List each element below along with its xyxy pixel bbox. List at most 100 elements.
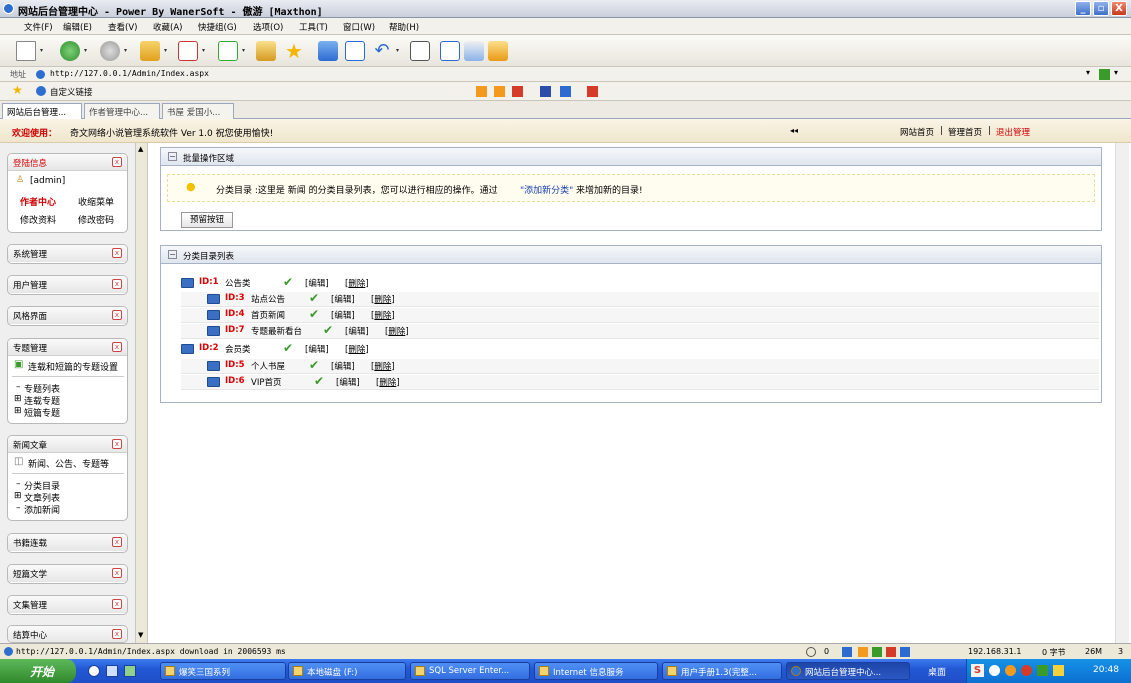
topic-settings-link[interactable]: 连载和短篇的专题设置 <box>28 360 118 373</box>
tray-network-icon[interactable] <box>1037 665 1048 676</box>
change-password-link[interactable]: 修改密码 <box>78 213 114 226</box>
status-red-icon[interactable] <box>886 647 896 657</box>
task-iis[interactable]: Internet 信息服务 <box>534 662 658 680</box>
close-button[interactable]: X <box>1111 1 1127 16</box>
scroll-down-icon[interactable]: ▼ <box>138 631 143 639</box>
sidebar-item-style[interactable]: 风格界面 x <box>7 306 128 326</box>
go-icon[interactable] <box>1099 69 1110 80</box>
favorites-star-icon[interactable]: ★ <box>284 41 304 61</box>
edit-link[interactable]: [编辑] <box>331 309 355 321</box>
sidebar-item-system[interactable]: 系统管理 x <box>7 244 128 264</box>
tray-qq-icon[interactable] <box>989 665 1000 676</box>
status-feed-icon[interactable] <box>858 647 868 657</box>
site-home-link[interactable]: 网站首页 <box>900 126 934 138</box>
new-page-icon[interactable] <box>16 41 36 61</box>
collapse-minus-icon[interactable]: − <box>168 152 177 161</box>
go-dropdown-icon[interactable]: ▾ <box>1114 68 1118 77</box>
delete-link[interactable]: [删除] <box>371 309 395 321</box>
edit-profile-link[interactable]: 修改资料 <box>20 213 56 226</box>
sidebar-item-users[interactable]: 用户管理 x <box>7 275 128 295</box>
home-icon[interactable] <box>256 41 276 61</box>
expand-icon[interactable]: x <box>112 568 122 578</box>
back-icon[interactable] <box>60 41 80 61</box>
task-sql[interactable]: SQL Server Enter... <box>410 662 530 680</box>
search-icon[interactable] <box>318 41 338 61</box>
expand-icon[interactable]: x <box>112 537 122 547</box>
menu-file[interactable]: 文件(F) <box>24 21 53 33</box>
expand-plus-icon[interactable]: ⊞ <box>14 394 22 404</box>
task-manual[interactable]: 用户手册1.3(完整... <box>662 662 782 680</box>
popup-block-icon[interactable] <box>806 647 816 657</box>
sidebar-item-short[interactable]: 短篇文学 x <box>7 564 128 584</box>
expand-icon[interactable]: x <box>112 279 122 289</box>
edit-link[interactable]: [编辑] <box>331 293 355 305</box>
screenshot-icon[interactable] <box>345 41 365 61</box>
rss-icon[interactable] <box>494 86 505 97</box>
quicklaunch-ie-icon[interactable] <box>88 665 100 677</box>
edit-link[interactable]: [编辑] <box>336 376 360 388</box>
tray-volume-icon[interactable] <box>1053 665 1064 676</box>
plugin-icon[interactable] <box>488 41 508 61</box>
up-icon[interactable] <box>140 41 160 61</box>
window-list-icon[interactable] <box>560 86 571 97</box>
sidebar-item-billing[interactable]: 结算中心 x <box>7 625 128 643</box>
tab-bookstore[interactable]: 书屋 爱国小... <box>162 103 234 119</box>
expand-plus-icon[interactable]: ⊞ <box>14 406 22 416</box>
delete-link[interactable]: [删除] <box>385 325 409 337</box>
edit-link[interactable]: [编辑] <box>345 325 369 337</box>
custom-links[interactable]: 自定义链接 <box>50 86 93 98</box>
menu-view[interactable]: 查看(V) <box>108 21 137 33</box>
tray-s-icon[interactable]: S <box>971 664 984 677</box>
delete-link[interactable]: [删除] <box>345 343 369 355</box>
scroll-up-icon[interactable]: ▲ <box>138 145 143 153</box>
status-green-icon[interactable] <box>872 647 882 657</box>
start-button[interactable]: 开始 <box>0 659 76 683</box>
collapse-minus-icon[interactable]: − <box>168 250 177 259</box>
delete-link[interactable]: [删除] <box>371 360 395 372</box>
expand-icon[interactable]: x <box>112 310 122 320</box>
minimize-button[interactable]: _ <box>1075 1 1091 16</box>
menu-groups[interactable]: 快捷组(G) <box>198 21 237 33</box>
shrink-menu-link[interactable]: 收缩菜单 <box>78 195 114 208</box>
author-center-link[interactable]: 作者中心 <box>20 195 56 208</box>
collapse-icon[interactable]: x <box>112 439 122 449</box>
edit-link[interactable]: [编辑] <box>331 360 355 372</box>
short-topic-link[interactable]: 短篇专题 <box>24 406 60 419</box>
sidebar-scrollbar[interactable]: ▲ ▼ <box>135 143 147 643</box>
tray-alert-icon[interactable] <box>1021 665 1032 676</box>
add-news-link[interactable]: 添加新闻 <box>24 503 60 516</box>
window-icon[interactable] <box>440 41 460 61</box>
sidebar-item-books[interactable]: 书籍连载 x <box>7 533 128 553</box>
menu-edit[interactable]: 编辑(E) <box>63 21 92 33</box>
tab-author[interactable]: 作者管理中心... <box>84 103 160 119</box>
logout-link[interactable]: 退出管理 <box>996 126 1030 138</box>
edit-link[interactable]: [编辑] <box>305 277 329 289</box>
maximize-button[interactable]: ▫ <box>1093 1 1109 16</box>
menu-window[interactable]: 窗口(W) <box>343 21 375 33</box>
columns-icon[interactable] <box>410 41 430 61</box>
status-tool-icon[interactable] <box>842 647 852 657</box>
task-folder[interactable]: 爆笑三国系列 <box>160 662 286 680</box>
delete-link[interactable]: [删除] <box>371 293 395 305</box>
delete-link[interactable]: [删除] <box>345 277 369 289</box>
tray-app-icon[interactable] <box>1005 665 1016 676</box>
content-scrollbar[interactable] <box>1115 143 1129 643</box>
refresh-icon[interactable] <box>218 41 238 61</box>
quicklaunch-app-icon[interactable] <box>124 665 136 677</box>
address-dropdown-icon[interactable]: ▾ <box>1086 68 1090 77</box>
menu-options[interactable]: 选项(O) <box>253 21 283 33</box>
delete-link[interactable]: [删除] <box>376 376 400 388</box>
desktop-toolbar[interactable]: 桌面 <box>928 665 946 678</box>
status-window-icon[interactable] <box>900 647 910 657</box>
expand-plus-icon[interactable]: ⊞ <box>14 491 22 501</box>
collapse-toggle[interactable]: ◂◂ <box>790 126 798 135</box>
menu-tools[interactable]: 工具(T) <box>299 21 328 33</box>
expand-icon[interactable]: x <box>112 599 122 609</box>
save-icon[interactable] <box>540 86 551 97</box>
address-input[interactable]: http://127.0.0.1/Admin/Index.aspx <box>50 69 209 78</box>
admin-home-link[interactable]: 管理首页 <box>948 126 982 138</box>
forward-icon[interactable] <box>100 41 120 61</box>
expand-icon[interactable]: x <box>112 248 122 258</box>
sidebar-item-collection[interactable]: 文集管理 x <box>7 595 128 615</box>
collapse-icon[interactable]: x <box>112 157 122 167</box>
